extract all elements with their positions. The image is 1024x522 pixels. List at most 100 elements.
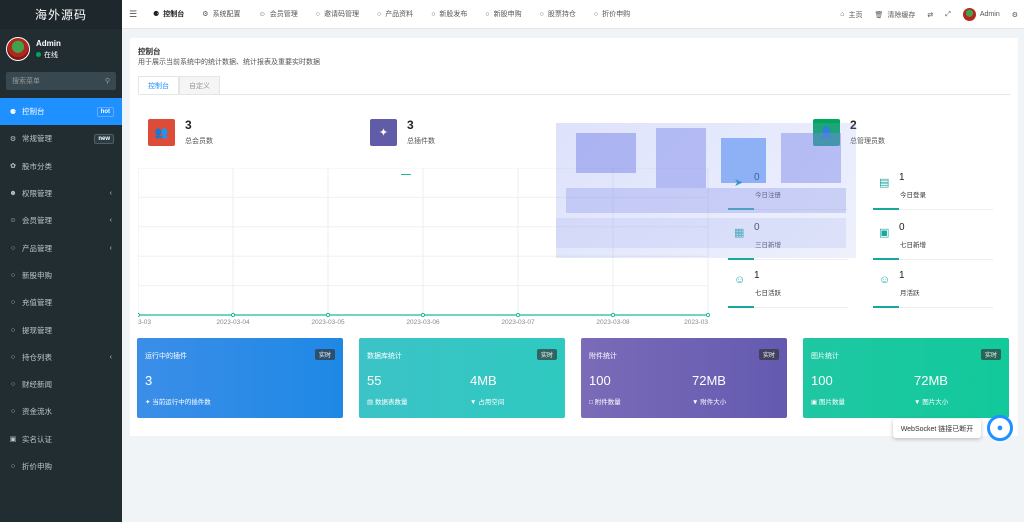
- sidebar-item-5[interactable]: ○ 产品管理 ‹: [0, 234, 122, 261]
- card-title: 数据库统计: [367, 353, 402, 360]
- tab-custom[interactable]: 自定义: [179, 76, 220, 95]
- top-nav-tab-5[interactable]: ○ 新股发布: [422, 0, 476, 29]
- chart-x-tick-label: 2023-03-06: [406, 319, 440, 326]
- sidebar-search-input[interactable]: 搜索菜单 ⚲: [6, 72, 116, 90]
- chart-point: [705, 312, 711, 318]
- card-value-secondary: 72MB: [692, 373, 726, 388]
- card-label-secondary: ▼ 图片大小: [914, 396, 948, 406]
- card-label-secondary-text: 附件大小: [700, 399, 727, 406]
- stat-label: 总会员数: [185, 138, 213, 145]
- top-nav-tabs: ⚈ 控制台 ⚙ 系统配置 ☺ 会员管理 ○ 邀请码管理 ○ 产品资料 ○ 新股发布 ○ 新股申购 ○ 股票持仓…: [144, 0, 639, 29]
- mini-stat-accent-line: [728, 306, 754, 308]
- card-label-primary-text: 数据表数量: [374, 399, 408, 406]
- home-label: 主页: [848, 11, 863, 19]
- sidebar-item-label: 权限管理: [22, 189, 52, 199]
- mini-stat-accent-line: [728, 258, 754, 260]
- home-link[interactable]: ⌂ 主页: [834, 10, 868, 20]
- sidebar-item-11[interactable]: ○ 资金流水: [0, 398, 122, 425]
- top-nav-tab-6[interactable]: ○ 新股申购: [476, 0, 530, 29]
- sidebar-search-placeholder: 搜索菜单: [12, 78, 40, 85]
- mini-stat-5: ☺ 1 月活跃: [873, 266, 993, 312]
- sidebar-item-label: 折价申购: [22, 462, 52, 471]
- nav-icon: ⚈: [153, 11, 160, 18]
- filter-icon: ▼: [914, 399, 921, 406]
- user-circle-icon: ☺: [9, 217, 17, 225]
- chart-point: [230, 312, 236, 318]
- top-nav-tab-8[interactable]: ○ 折价申购: [585, 0, 639, 29]
- sidebar-item-6[interactable]: ○ 新股申购: [0, 262, 122, 289]
- nav-icon: ○: [315, 10, 320, 18]
- sidebar-item-4[interactable]: ☺ 会员管理 ‹: [0, 207, 122, 234]
- top-nav-label: 产品资料: [385, 11, 414, 18]
- page-description: 用于展示当前系统中的统计数据、统计报表及重要实时数据: [138, 59, 320, 66]
- nav-icon: ⚙: [202, 11, 209, 18]
- sidebar-item-3[interactable]: ☻ 权限管理 ‹: [0, 180, 122, 207]
- circle-icon: ○: [10, 381, 16, 389]
- circle-icon: ○: [10, 244, 16, 252]
- sidebar-item-9[interactable]: ○ 持仓列表 ‹: [0, 344, 122, 371]
- sidebar-item-0[interactable]: ⚈ 控制台 hot: [0, 98, 122, 126]
- top-nav-label: 股票持仓: [547, 11, 576, 18]
- sidebar: 海外源码 Admin 在线 搜索菜单 ⚲ ⚈ 控制台 hot ⚙ 常规管理 new ✿ 股市分…: [0, 0, 122, 522]
- sidebar-item-12[interactable]: ▣ 实名认证: [0, 426, 122, 453]
- group-icon: ☻: [9, 190, 17, 198]
- nav-icon: ○: [431, 10, 436, 18]
- chart-point: [610, 312, 616, 318]
- top-nav-tab-3[interactable]: ○ 邀请码管理: [307, 0, 368, 29]
- nav-icon: ○: [593, 10, 599, 18]
- magic-icon: ✦: [370, 118, 397, 146]
- dashboard-icon: ⚈: [9, 108, 17, 116]
- nav-icon: ○: [485, 10, 490, 18]
- language-icon[interactable]: ⇄: [921, 11, 939, 19]
- mini-stat-3: ▣ 0 七日新增: [873, 218, 993, 264]
- circle-icon: ○: [10, 353, 16, 361]
- menu-badge: new: [94, 133, 114, 144]
- card-label-primary-text: 附件数量: [594, 399, 621, 406]
- menu-toggle-icon[interactable]: ☰: [122, 9, 144, 20]
- mini-stat-value: 1: [899, 270, 905, 281]
- top-nav-tab-2[interactable]: ☺ 会员管理: [250, 0, 307, 29]
- sidebar-item-13[interactable]: ○ 折价申购: [0, 453, 122, 480]
- websocket-toast: WebSocket 链接已断开: [893, 419, 981, 438]
- search-icon[interactable]: ⚲: [105, 77, 110, 85]
- page-title: 控制台: [138, 47, 161, 56]
- mini-stat-accent-line: [873, 258, 899, 260]
- stat-card-1: 数据库统计 实时 55 ▤ 数据表数量 4MB ▼ 占用空间: [359, 338, 565, 418]
- tab-dashboard[interactable]: 控制台: [138, 76, 179, 95]
- card-value-secondary: 72MB: [914, 373, 948, 388]
- chevron-left-icon: ‹: [109, 217, 112, 225]
- card-title: 运行中的插件: [145, 353, 187, 360]
- fullscreen-icon[interactable]: ⤢: [939, 11, 957, 19]
- sidebar-item-2[interactable]: ✿ 股市分类: [0, 153, 122, 180]
- card-label-primary: ✦ 当前运行中的插件数: [145, 396, 211, 406]
- stat-total-plugins: ✦ 3 总插件数: [370, 118, 435, 146]
- tabs-divider: [138, 94, 1010, 95]
- app-logo[interactable]: 海外源码: [0, 0, 122, 29]
- circle-icon: ○: [10, 299, 16, 307]
- sidebar-item-7[interactable]: ○ 充值管理: [0, 289, 122, 316]
- settings-gear-icon[interactable]: ⚙: [1006, 11, 1024, 19]
- sidebar-item-label: 资金流水: [22, 407, 52, 417]
- sidebar-item-10[interactable]: ○ 财经新闻: [0, 371, 122, 398]
- chat-bubble-icon[interactable]: ●: [987, 415, 1013, 441]
- sidebar-item-8[interactable]: ○ 提现管理: [0, 316, 122, 343]
- top-nav-tab-0[interactable]: ⚈ 控制台: [144, 0, 193, 29]
- mini-stat-label: 七日新增: [900, 242, 926, 249]
- top-nav-tab-4[interactable]: ○ 产品资料: [368, 0, 422, 29]
- admin-menu[interactable]: Admin: [957, 8, 1006, 21]
- stat-total-members: 👥 3 总会员数: [148, 118, 213, 146]
- top-nav-tab-1[interactable]: ⚙ 系统配置: [193, 0, 249, 29]
- circle-icon: ○: [10, 463, 16, 470]
- sidebar-item-1[interactable]: ⚙ 常规管理 new: [0, 125, 122, 152]
- stat-card-3: 图片统计 实时 100 ▣ 图片数量 72MB ▼ 图片大小: [803, 338, 1009, 418]
- top-nav-tab-7[interactable]: ○ 股票持仓: [531, 0, 585, 29]
- card-label-secondary-text: 图片大小: [922, 399, 949, 406]
- chart-legend[interactable]: [401, 174, 413, 175]
- home-icon: ⌂: [840, 11, 845, 18]
- top-nav-label: 折价申购: [602, 11, 631, 18]
- content-tabs: 控制台 自定义: [138, 76, 220, 95]
- filter-icon: ▼: [470, 399, 477, 406]
- circle-icon: ○: [10, 408, 16, 416]
- clear-cache-button[interactable]: 🗑 清除缓存: [869, 10, 922, 20]
- card-label-secondary: ▼ 附件大小: [692, 396, 726, 406]
